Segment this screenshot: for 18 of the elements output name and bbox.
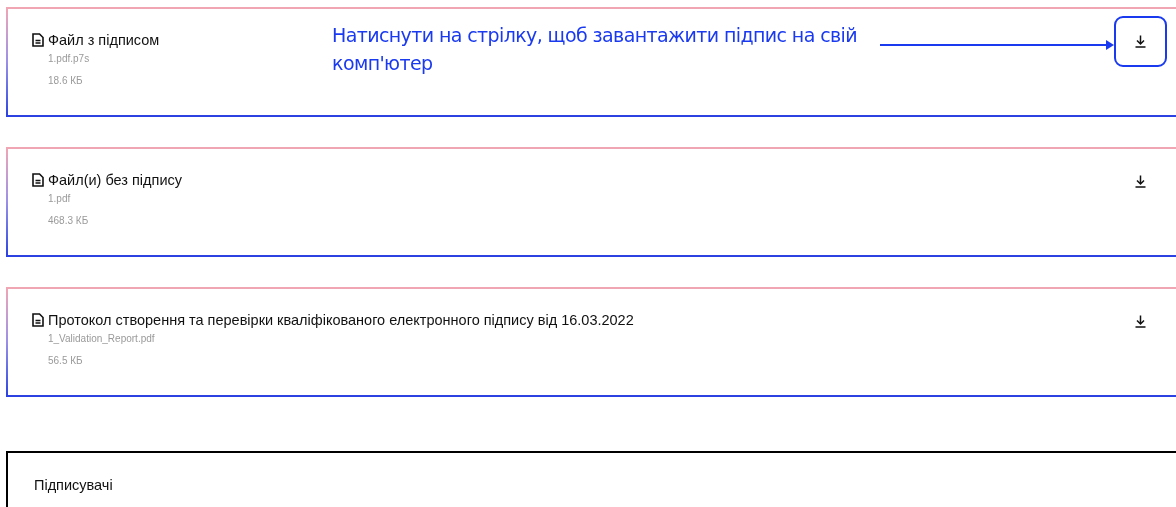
document-icon — [32, 33, 44, 47]
document-icon — [32, 313, 44, 327]
download-icon — [1135, 175, 1146, 188]
file-title: Файл з підписом — [48, 31, 160, 50]
file-size: 468.3 КБ — [48, 214, 89, 228]
download-icon — [1135, 35, 1146, 48]
document-icon — [32, 173, 44, 187]
file-name: 1.pdf — [48, 192, 71, 206]
file-name: 1.pdf.p7s — [48, 52, 90, 66]
file-title: Файл(и) без підпису — [48, 171, 182, 190]
file-title: Протокол створення та перевірки кваліфікованого електронного підпису від 16.03.2022 — [48, 311, 634, 330]
file-name: 1_Validation_Report.pdf — [48, 332, 155, 346]
file-size: 18.6 КБ — [48, 74, 83, 88]
file-size: 56.5 КБ — [48, 354, 83, 368]
annotation-text: Натиснути на стрілку, щоб завантажити підпис на свій комп'ютер — [332, 23, 858, 76]
download-button[interactable] — [1114, 16, 1167, 67]
signers-title: Підписувачі — [34, 477, 113, 493]
download-icon — [1135, 315, 1146, 328]
